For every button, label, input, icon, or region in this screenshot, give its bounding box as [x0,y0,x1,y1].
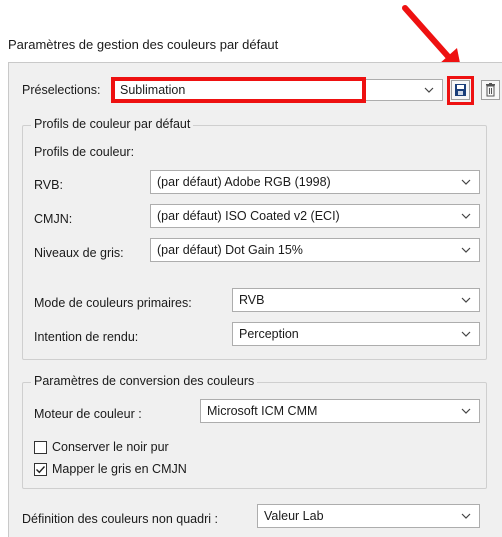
presets-label: Préselections: [22,83,101,97]
profiles-group-title: Profils de couleur par défaut [31,117,194,131]
keep-black-checkbox[interactable] [34,441,47,454]
profiles-subtitle: Profils de couleur: [34,145,135,159]
primary-mode-value: RVB [239,293,265,307]
chevron-down-icon [461,297,471,303]
primary-mode-select[interactable]: RVB [232,288,480,312]
spot-colors-value: Valeur Lab [264,509,324,523]
chevron-down-icon [461,247,471,253]
chevron-down-icon [424,87,434,93]
trash-icon [486,83,495,97]
chevron-down-icon [461,213,471,219]
checkmark-icon [36,466,46,474]
spot-colors-select[interactable]: Valeur Lab [257,504,480,528]
rendering-intent-select[interactable]: Perception [232,322,480,346]
map-gray-checkbox[interactable] [34,463,47,476]
engine-value: Microsoft ICM CMM [207,404,318,418]
conversion-group-title: Paramètres de conversion des couleurs [31,374,258,388]
rendering-intent-value: Perception [239,327,299,341]
gray-value: (par défaut) Dot Gain 15% [157,243,303,257]
rgb-label: RVB: [34,178,63,192]
chevron-down-icon [461,331,471,337]
rgb-value: (par défaut) Adobe RGB (1998) [157,175,331,189]
cmyk-value: (par défaut) ISO Coated v2 (ECI) [157,209,340,223]
dialog-title: Paramètres de gestion des couleurs par d… [8,37,279,52]
rendering-intent-label: Intention de rendu: [34,330,139,344]
save-highlight [447,76,474,105]
chevron-down-icon [461,408,471,414]
gray-select[interactable]: (par défaut) Dot Gain 15% [150,238,480,262]
rgb-select[interactable]: (par défaut) Adobe RGB (1998) [150,170,480,194]
delete-preset-button[interactable] [481,80,500,100]
cmyk-select[interactable]: (par défaut) ISO Coated v2 (ECI) [150,204,480,228]
engine-label: Moteur de couleur : [34,407,142,421]
presets-highlight [111,77,366,103]
gray-label: Niveaux de gris: [34,246,124,260]
map-gray-label: Mapper le gris en CMJN [52,462,187,476]
chevron-down-icon [461,179,471,185]
keep-black-label: Conserver le noir pur [52,440,169,454]
engine-select[interactable]: Microsoft ICM CMM [200,399,480,423]
cmyk-label: CMJN: [34,212,73,226]
chevron-down-icon [461,513,471,519]
primary-mode-label: Mode de couleurs primaires: [34,296,192,310]
spot-colors-label: Définition des couleurs non quadri : [22,512,218,526]
